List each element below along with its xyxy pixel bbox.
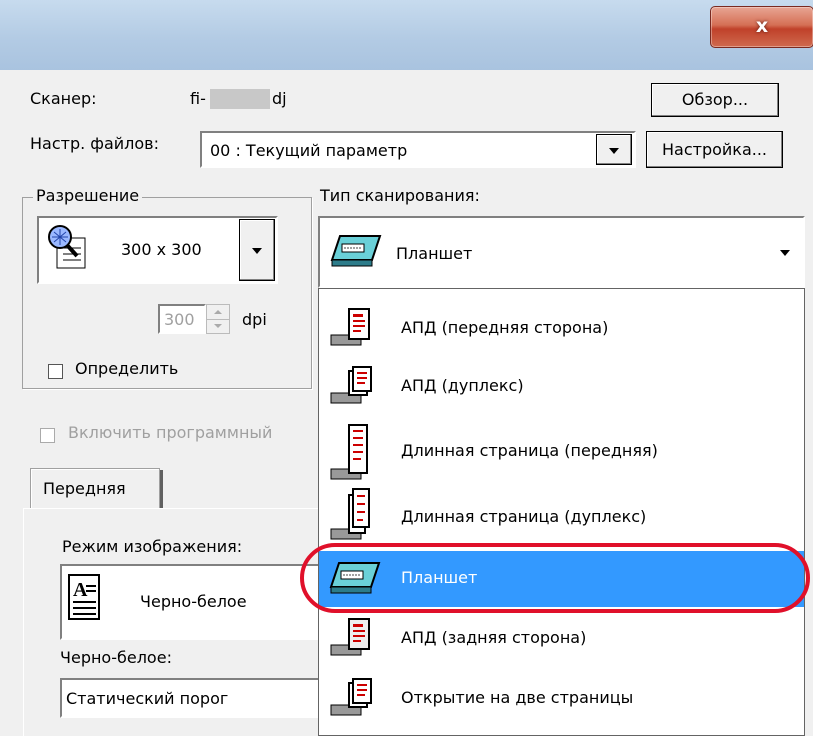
close-button[interactable]: x [710,6,813,48]
dpi-unit-label: dpi [242,310,267,329]
scanner-label: Сканер: [30,89,97,108]
adf-duplex-icon [329,365,375,409]
list-item[interactable]: Длинная страница (передняя) [319,417,804,487]
scan-type-dropdown-list[interactable]: АПД (передняя сторона) АПД (дуплекс) Дли… [318,288,805,736]
scanner-model-prefix: fi- [190,89,206,108]
setup-button[interactable]: Настройка... [646,131,783,168]
scan-type-label: Тип сканирования: [320,186,480,205]
resolution-combobox[interactable]: 300 x 300 [37,216,278,284]
file-settings-value: 00 : Текущий параметр [210,141,408,160]
adf-front-icon [329,307,375,351]
list-item-label: Открытие на две страницы [401,688,634,707]
dpi-spin-value: 300 [164,310,195,329]
dpi-spinner-buttons[interactable] [206,304,230,334]
spin-up-icon [214,310,222,314]
text-document-icon: A [68,574,102,622]
list-item[interactable]: Длинная страница (дуплекс) [319,487,804,547]
long-page-duplex-icon [329,487,375,545]
image-mode-label: Режим изображения: [62,537,243,556]
browse-button[interactable]: Обзор... [651,83,779,117]
file-settings-dropdown-button[interactable] [596,134,632,165]
list-item-label: Планшет [401,568,478,587]
detect-label: Определить [75,359,179,378]
software-checkbox[interactable] [40,428,55,443]
list-item-label: АПД (передняя сторона) [401,318,609,337]
list-item[interactable]: АПД (передняя сторона) [319,301,804,357]
list-item-label: АПД (дуплекс) [401,376,524,395]
adf-back-icon [329,617,375,661]
dpi-spin-input[interactable]: 300 [158,304,206,334]
two-page-icon [329,677,375,721]
bw-label: Черно-белое: [60,648,172,667]
list-item-label: АПД (задняя сторона) [401,628,587,647]
title-bar [0,0,813,70]
tab-front-label: Передняя [43,479,126,498]
scan-type-combobox[interactable]: Планшет [318,216,805,288]
image-mode-value: Черно-белое [140,592,247,611]
file-settings-label: Настр. файлов: [30,134,159,153]
redacted-mask [210,89,270,109]
svg-text:A: A [73,579,88,601]
tab-shadow [160,470,163,508]
scan-type-dropdown-button[interactable] [768,219,802,285]
resolution-value: 300 x 300 [121,240,202,259]
file-settings-combobox[interactable]: 00 : Текущий параметр [200,131,636,168]
spin-down-icon [214,324,222,328]
bw-value: Статический порог [66,689,229,708]
long-page-front-icon [329,423,375,485]
resolution-dropdown-button[interactable] [239,219,275,281]
list-item-selected[interactable]: Планшет [319,551,804,607]
list-item[interactable]: АПД (задняя сторона) [319,611,804,667]
detect-checkbox[interactable] [48,364,63,379]
list-item[interactable]: АПД (дуплекс) [319,359,804,415]
list-item[interactable]: Открытие на две страницы [319,671,804,727]
bw-combobox[interactable]: Статический порог [60,678,320,718]
tab-front[interactable]: Передняя [30,468,160,508]
list-item-label: Длинная страница (дуплекс) [401,507,647,526]
flatbed-scanner-icon [327,557,383,601]
software-label: Включить программный [68,423,273,442]
scan-type-value: Планшет [396,244,473,263]
flatbed-scanner-icon [328,230,384,274]
list-item-label: Длинная страница (передняя) [401,441,658,460]
magnifier-icon [45,224,91,274]
image-mode-combobox[interactable]: A Черно-белое [60,564,320,640]
scanner-model-suffix: dj [272,89,287,108]
resolution-group-title: Разрешение [33,186,143,205]
